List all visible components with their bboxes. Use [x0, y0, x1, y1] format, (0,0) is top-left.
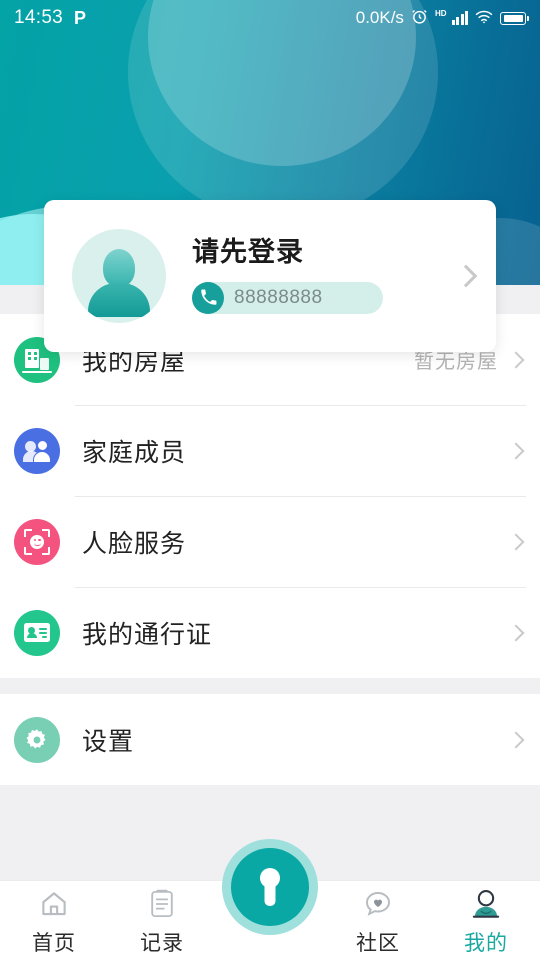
phone-number-pill: 88888888: [192, 281, 383, 314]
login-card[interactable]: 请先登录 88888888: [44, 200, 496, 352]
tab-home[interactable]: 首页: [0, 881, 108, 960]
carrier-p-icon: P: [74, 7, 87, 28]
group-divider-gap: [0, 678, 540, 694]
default-avatar-icon: [72, 229, 166, 323]
menu-item-label: 我的通行证: [82, 620, 213, 649]
home-icon: [37, 889, 71, 921]
tab-records[interactable]: 记录: [108, 881, 216, 960]
id-card-icon: [14, 609, 60, 656]
menu-item-my-pass[interactable]: 我的通行证: [0, 587, 540, 678]
chevron-right-icon: [507, 351, 525, 368]
profile-icon: [469, 889, 503, 921]
phone-number-text: 88888888: [234, 286, 323, 308]
alarm-clock-icon: [411, 8, 428, 28]
battery-full-icon: [500, 11, 529, 25]
fab-slot: [216, 839, 324, 960]
menu-item-family-members[interactable]: 家庭成员: [0, 405, 540, 496]
tab-mine[interactable]: 我的: [432, 881, 540, 960]
family-members-icon: [14, 427, 60, 474]
chevron-right-icon: [507, 624, 525, 641]
tab-label: 首页: [32, 931, 76, 955]
clipboard-records-icon: [145, 889, 179, 921]
login-card-texts: 请先登录 88888888: [192, 237, 452, 314]
hd-label-icon: HD: [434, 8, 447, 18]
menu-item-label: 设置: [82, 727, 135, 756]
menu-item-label: 人脸服务: [82, 529, 187, 558]
tab-community[interactable]: 社区: [324, 881, 432, 960]
face-scan-icon: [14, 518, 60, 565]
status-time: 14:53: [14, 7, 64, 28]
tab-label: 社区: [356, 931, 400, 955]
chevron-right-icon: [507, 442, 525, 459]
bottom-navigation-bar: 首页 记录 社区 我的: [0, 839, 540, 960]
status-bar: 14:53 P 0.0K/s HD: [0, 0, 540, 36]
menu-group-primary: 我的房屋 暂无房屋 家庭成员 人脸服务 我的通行证: [0, 314, 540, 678]
community-heart-icon: [361, 889, 395, 921]
login-prompt-title: 请先登录: [192, 237, 304, 268]
app-screen: 14:53 P 0.0K/s HD 请先登录 88888888 我的房屋 暂无房…: [0, 0, 540, 960]
tab-label: 我的: [464, 931, 508, 955]
content-area: 我的房屋 暂无房屋 家庭成员 人脸服务 我的通行证 设置: [0, 285, 540, 785]
network-speed-text: 0.0K/s: [355, 8, 404, 27]
keyhole-unlock-icon: [231, 848, 309, 926]
tab-label: 记录: [140, 931, 184, 955]
menu-item-settings[interactable]: 设置: [0, 694, 540, 785]
menu-group-settings: 设置: [0, 694, 540, 785]
signal-bars-icon: [451, 11, 468, 25]
chevron-right-icon: [507, 533, 525, 550]
chevron-right-icon: [507, 731, 525, 748]
gear-icon: [14, 716, 60, 763]
chevron-right-icon[interactable]: [454, 264, 478, 288]
menu-item-label: 家庭成员: [82, 438, 187, 467]
keyhole-unlock-button[interactable]: [222, 839, 318, 935]
phone-icon: [192, 281, 224, 314]
menu-item-face-service[interactable]: 人脸服务: [0, 496, 540, 587]
wifi-icon: [475, 10, 493, 27]
